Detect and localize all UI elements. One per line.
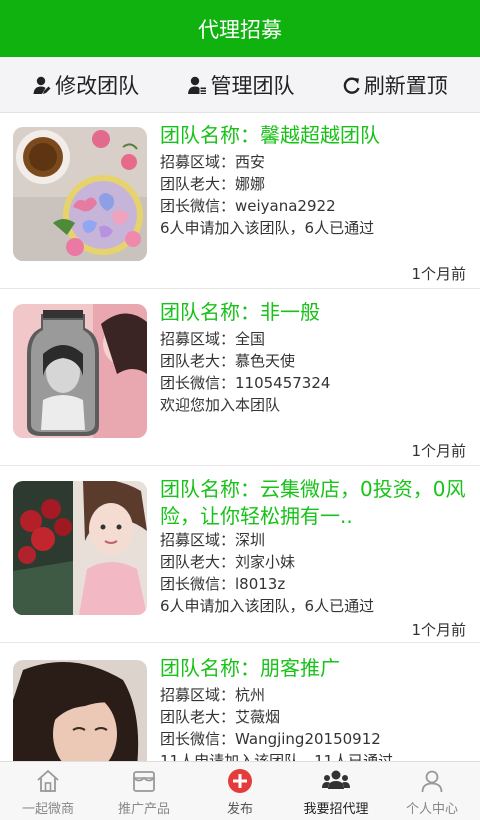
team-name: 团队名称：非一般 — [160, 300, 320, 324]
team-name: 团队名称：朋客推广 — [160, 656, 340, 680]
team-card[interactable]: 团队名称：朋客推广 招募区域：杭州 团队老大：艾薇烟 团长微信：Wangjing… — [0, 646, 480, 761]
team-photo-tea-flowers — [13, 127, 147, 261]
refresh-top-button[interactable]: 刷新置顶 — [343, 70, 448, 100]
team-leader: 团队老大：娜娜 — [160, 175, 266, 193]
team-card[interactable]: 团队名称：非一般 招募区域：全国 团队老大：慕色天使 团长微信：11054573… — [0, 290, 480, 466]
team-list: 团队名称：馨越超越团队 招募区域：西安 团队老大：娜娜 团长微信：weiyana… — [0, 113, 480, 761]
add-circle-icon — [228, 768, 252, 793]
tab-recruit[interactable]: 我要招代理 — [288, 762, 384, 820]
team-leader: 团队老大：刘家小妹 — [160, 553, 296, 571]
bottom-tab-bar: 一起微商 推广产品 发布 我要招代理 个人中心 — [0, 761, 480, 820]
team-wechat: 团长微信：Wangjing20150912 — [160, 730, 381, 748]
team-wechat: 团长微信：l8013z — [160, 575, 286, 593]
home-icon — [37, 769, 59, 792]
team-welcome: 欢迎您加入本团队 — [160, 396, 281, 414]
tab-promote[interactable]: 推广产品 — [96, 762, 192, 820]
group-icon — [322, 770, 350, 789]
tab-promote-label: 推广产品 — [117, 802, 170, 817]
team-toolbar: 修改团队 管理团队 刷新置顶 — [0, 57, 480, 113]
team-name: 团队名称：馨越超越团队 — [160, 123, 380, 147]
team-photo-portrait — [13, 660, 147, 761]
tab-publish[interactable]: 发布 — [192, 762, 288, 820]
tab-home[interactable]: 一起微商 — [0, 762, 96, 820]
team-region: 招募区域：全国 — [160, 330, 266, 348]
shop-icon — [133, 770, 155, 792]
team-wechat: 团长微信：weiyana2922 — [160, 197, 336, 215]
team-photo-bottle-portrait — [13, 304, 147, 438]
post-time: 1个月前 — [411, 265, 466, 283]
tab-profile[interactable]: 个人中心 — [384, 762, 480, 820]
team-join-status: 6人申请加入该团队，6人已通过 — [160, 219, 375, 237]
user-manage-icon — [188, 76, 207, 94]
tab-home-label: 一起微商 — [21, 802, 74, 817]
team-photo-roses-portrait — [13, 481, 147, 615]
user-edit-icon — [33, 76, 51, 94]
team-leader: 团队老大：慕色天使 — [160, 352, 296, 370]
post-time: 1个月前 — [411, 621, 466, 639]
team-card[interactable]: 团队名称：云集微店，0投资，0风险，让你轻松拥有一.. 招募区域：深圳 团队老大… — [0, 467, 480, 643]
team-name: 团队名称：云集微店，0投资，0风险，让你轻松拥有一.. — [160, 477, 466, 528]
edit-team-button[interactable]: 修改团队 — [32, 70, 139, 100]
refresh-icon — [343, 77, 360, 94]
tab-profile-label: 个人中心 — [405, 802, 458, 817]
manage-team-button[interactable]: 管理团队 — [187, 70, 294, 100]
team-card[interactable]: 团队名称：馨越超越团队 招募区域：西安 团队老大：娜娜 团长微信：weiyana… — [0, 113, 480, 289]
page-title: 代理招募 — [198, 17, 282, 42]
tab-publish-label: 发布 — [226, 802, 253, 817]
manage-team-label: 管理团队 — [210, 73, 295, 98]
tab-recruit-label: 我要招代理 — [303, 802, 369, 817]
team-join-status: 6人申请加入该团队，6人已通过 — [160, 597, 375, 615]
team-region: 招募区域：深圳 — [160, 531, 266, 549]
team-region: 招募区域：西安 — [160, 153, 266, 171]
edit-team-label: 修改团队 — [55, 73, 140, 98]
app-header: 代理招募 — [0, 0, 480, 57]
user-icon — [421, 770, 443, 792]
team-join-status: 11人申请加入该团队，11人已通过 — [160, 752, 394, 761]
team-wechat: 团长微信：1105457324 — [160, 374, 331, 392]
team-region: 招募区域：杭州 — [160, 686, 266, 704]
team-leader: 团队老大：艾薇烟 — [160, 708, 281, 726]
post-time: 1个月前 — [411, 442, 466, 460]
refresh-top-label: 刷新置顶 — [363, 73, 448, 98]
